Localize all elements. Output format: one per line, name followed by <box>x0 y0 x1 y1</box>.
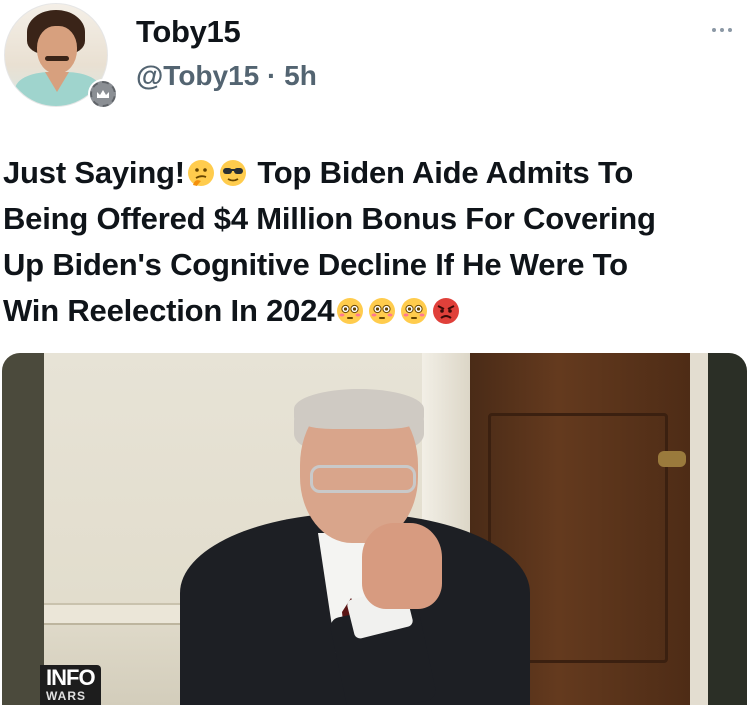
post-media-photo[interactable]: INFO WARS <box>2 353 747 705</box>
angry-face-emoji <box>433 298 460 324</box>
author-handle[interactable]: @Toby15 <box>136 60 259 91</box>
photo-person-hair-top <box>294 389 424 429</box>
photo-person-glasses <box>310 465 416 493</box>
photo-door-frame-right <box>690 353 708 705</box>
flushed-face-emoji <box>369 298 396 324</box>
more-options-button[interactable] <box>702 18 742 42</box>
post-text-line-2: Being Offered $4 Million Bonus For Cover… <box>3 201 656 236</box>
infowars-watermark: INFO WARS <box>40 665 101 705</box>
post-text-line-4: Win Reelection In 2024 <box>3 288 745 334</box>
ellipsis-dot-icon <box>712 28 716 32</box>
flushed-face-emoji <box>401 298 428 324</box>
tweet-post: Toby15 @Toby15 · 5h Just Saying! Top Bid… <box>0 0 748 705</box>
post-text-segment: Win Reelection In 2024 <box>3 293 335 328</box>
post-text-segment: Just Saying! <box>3 155 185 190</box>
post-text-line-3: Up Biden's Cognitive Decline If He Were … <box>3 247 628 282</box>
avatar-mustache <box>45 56 69 61</box>
ellipsis-dot-icon <box>720 28 724 32</box>
sunglasses-face-emoji <box>219 160 246 186</box>
photo-person-hand <box>362 523 442 609</box>
verified-badge-icon <box>88 79 118 109</box>
handle-separator: · <box>267 60 277 91</box>
thinking-face-emoji <box>187 160 214 186</box>
avatar-face <box>37 26 77 74</box>
photo-edge <box>708 353 747 705</box>
author-handle-line: @Toby15 · 5h <box>136 60 317 92</box>
post-text-line-1: Just Saying! Top Biden Aide Admits To <box>3 150 745 196</box>
crown-icon <box>90 81 116 107</box>
flushed-face-emoji <box>337 298 364 324</box>
avatar[interactable] <box>4 3 118 111</box>
photo-door-knob <box>658 451 686 467</box>
watermark-subtext: WARS <box>46 689 86 703</box>
watermark-text: INFO <box>46 665 96 690</box>
post-text: Just Saying! Top Biden Aide Admits To Be… <box>3 150 745 334</box>
post-text-segment: Top Biden Aide Admits To <box>248 155 634 190</box>
post-time[interactable]: 5h <box>284 60 317 91</box>
ellipsis-dot-icon <box>728 28 732 32</box>
photo-background <box>2 353 44 705</box>
author-display-name[interactable]: Toby15 <box>136 14 241 50</box>
crown-glyph-icon <box>97 90 109 98</box>
